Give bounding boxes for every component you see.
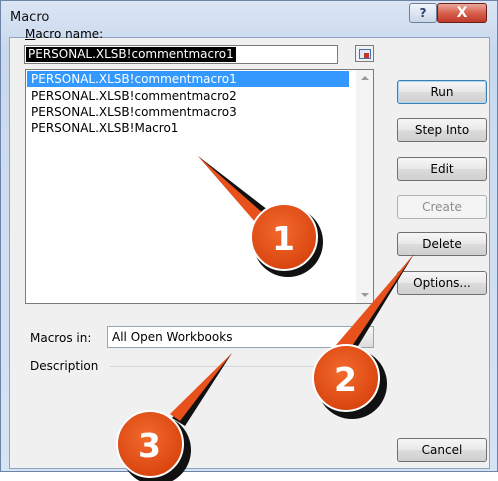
run-button[interactable]: Run bbox=[397, 80, 487, 104]
create-button[interactable]: Create bbox=[397, 195, 487, 219]
list-item[interactable]: PERSONAL.XLSB!commentmacro1 bbox=[27, 71, 349, 87]
close-button[interactable]: X bbox=[437, 3, 487, 23]
description-divider bbox=[110, 366, 375, 367]
description-label: Description bbox=[30, 359, 99, 373]
dialog-title: Macro bbox=[10, 10, 50, 25]
delete-button[interactable]: Delete bbox=[397, 232, 487, 256]
macro-list[interactable]: PERSONAL.XLSB!commentmacro1 PERSONAL.XLS… bbox=[25, 69, 374, 304]
macro-name-value: PERSONAL.XLSB!commentmacro1 bbox=[26, 47, 236, 62]
options-button[interactable]: Options... bbox=[397, 271, 487, 295]
step-into-button[interactable]: Step Into bbox=[397, 118, 487, 142]
macros-in-value: All Open Workbooks bbox=[112, 330, 233, 344]
scroll-down-icon[interactable] bbox=[361, 293, 369, 297]
macros-in-select[interactable]: All Open Workbooks bbox=[107, 326, 357, 348]
help-button[interactable]: ? bbox=[409, 3, 437, 23]
collapse-dialog-icon[interactable] bbox=[355, 45, 374, 62]
cancel-button[interactable]: Cancel bbox=[397, 438, 487, 462]
list-scrollbar[interactable] bbox=[356, 70, 373, 303]
macro-name-label-rest: acro name: bbox=[35, 27, 104, 41]
list-item[interactable]: PERSONAL.XLSB!Macro1 bbox=[27, 120, 349, 136]
macros-in-label: Macros in: bbox=[30, 331, 92, 345]
list-item[interactable]: PERSONAL.XLSB!commentmacro3 bbox=[27, 104, 349, 120]
macro-name-label: Macro name: bbox=[25, 27, 104, 41]
chevron-down-icon[interactable] bbox=[357, 326, 374, 348]
macro-name-input[interactable]: PERSONAL.XLSB!commentmacro1 bbox=[24, 45, 338, 64]
list-item[interactable]: PERSONAL.XLSB!commentmacro2 bbox=[27, 88, 349, 104]
scroll-up-icon[interactable] bbox=[361, 76, 369, 80]
edit-button[interactable]: Edit bbox=[397, 157, 487, 181]
